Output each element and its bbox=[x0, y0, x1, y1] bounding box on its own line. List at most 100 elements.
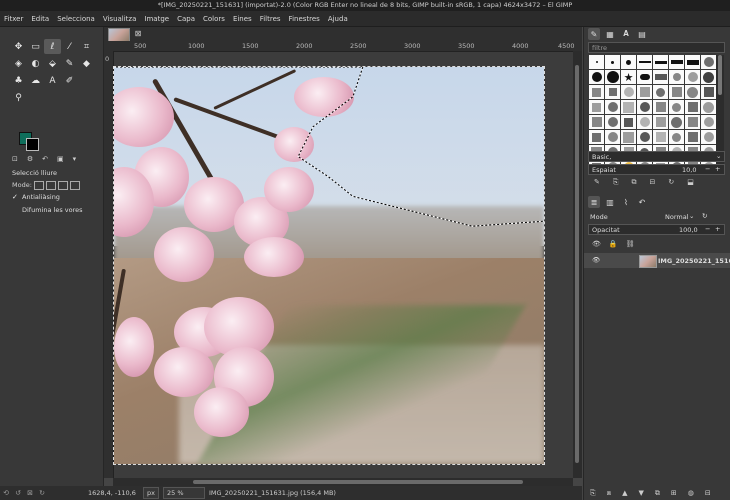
brush-item[interactable] bbox=[637, 115, 652, 129]
brush-item[interactable] bbox=[621, 100, 636, 114]
brush-item[interactable] bbox=[589, 100, 604, 114]
lower-layer-icon[interactable]: ▼ bbox=[638, 489, 643, 498]
brush-item[interactable] bbox=[605, 100, 620, 114]
free-select-tool-icon[interactable]: ℓ bbox=[44, 39, 61, 54]
brush-item[interactable] bbox=[605, 55, 620, 69]
transform-tool-icon[interactable]: ◈ bbox=[10, 56, 27, 71]
opacity-slider[interactable]: Opacitat 100,0 − + bbox=[588, 224, 725, 235]
brush-item[interactable]: ★ bbox=[621, 70, 636, 84]
brush-item[interactable] bbox=[685, 85, 700, 99]
brush-item[interactable] bbox=[605, 70, 620, 84]
reset-icon[interactable]: ⊠ bbox=[24, 489, 36, 497]
antialiasing-option[interactable]: ✓ Antialiàsing bbox=[12, 193, 60, 201]
brush-item[interactable] bbox=[669, 115, 684, 129]
crop-tool-icon[interactable]: ⌗ bbox=[78, 39, 95, 54]
brush-item[interactable] bbox=[637, 55, 652, 69]
brush-item[interactable] bbox=[685, 115, 700, 129]
menu-colors[interactable]: Colors bbox=[199, 15, 229, 23]
brush-item[interactable] bbox=[621, 115, 636, 129]
mode-intersect-button[interactable] bbox=[70, 181, 80, 190]
menu-layer[interactable]: Capa bbox=[173, 15, 199, 23]
mode-replace-button[interactable] bbox=[34, 181, 44, 190]
images-tab-icon[interactable]: ▣ bbox=[57, 155, 64, 163]
fonts-tab-icon[interactable]: 𝐀 bbox=[620, 28, 632, 40]
redo-icon[interactable]: ↺ bbox=[12, 489, 24, 497]
brush-item[interactable] bbox=[701, 130, 716, 144]
menu-tools[interactable]: Eines bbox=[229, 15, 256, 23]
brush-item[interactable] bbox=[637, 100, 652, 114]
duplicate-layer-icon[interactable]: ⧉ bbox=[655, 489, 660, 498]
merge-layer-icon[interactable]: ⊞ bbox=[671, 489, 677, 498]
clone-tool-icon[interactable]: ♣ bbox=[10, 73, 27, 88]
brush-item[interactable] bbox=[669, 100, 684, 114]
brush-item[interactable] bbox=[653, 100, 668, 114]
background-color-swatch[interactable] bbox=[26, 138, 39, 151]
eye-icon[interactable]: 👁 bbox=[592, 256, 600, 264]
delete-layer-icon[interactable]: ⊟ bbox=[705, 489, 711, 498]
spacing-slider[interactable]: Espaiat 10,0 − + bbox=[588, 164, 725, 175]
new-layer-icon[interactable]: ⎘ bbox=[590, 489, 596, 498]
text-tool-icon[interactable]: A bbox=[44, 73, 61, 88]
menu-edit[interactable]: Edita bbox=[27, 15, 53, 23]
menu-file[interactable]: Fitxer bbox=[0, 15, 27, 23]
paintbrush-tool-icon[interactable]: ✎ bbox=[61, 56, 78, 71]
dock-menu-icon[interactable]: ▾ bbox=[73, 155, 77, 163]
menu-image[interactable]: Imatge bbox=[140, 15, 173, 23]
new-brush-icon[interactable]: ⎘ bbox=[613, 178, 619, 187]
paths-tab-icon[interactable]: ⌇ bbox=[620, 196, 632, 208]
menu-help[interactable]: Ajuda bbox=[324, 15, 352, 23]
brush-item[interactable] bbox=[669, 85, 684, 99]
minus-icon[interactable]: − bbox=[705, 225, 710, 233]
brush-item[interactable] bbox=[685, 55, 700, 69]
layers-tab-icon[interactable]: ≣ bbox=[588, 196, 600, 208]
brush-item[interactable] bbox=[637, 70, 652, 84]
brush-item[interactable] bbox=[669, 130, 684, 144]
move-tool-icon[interactable]: ✥ bbox=[10, 39, 27, 54]
mode-add-button[interactable] bbox=[46, 181, 56, 190]
reset-mode-icon[interactable]: ↻ bbox=[702, 212, 707, 220]
brush-item[interactable] bbox=[685, 70, 700, 84]
edit-brush-icon[interactable]: ✎ bbox=[594, 178, 600, 187]
brush-item[interactable] bbox=[589, 130, 604, 144]
brush-item[interactable] bbox=[621, 85, 636, 99]
close-icon[interactable]: ⊠ bbox=[133, 29, 143, 39]
warp-tool-icon[interactable]: ◐ bbox=[27, 56, 44, 71]
brush-item[interactable] bbox=[605, 85, 620, 99]
zoom-select[interactable]: 25 % bbox=[162, 487, 205, 499]
patterns-tab-icon[interactable]: ▦ bbox=[604, 28, 616, 40]
unit-select[interactable]: px bbox=[143, 487, 159, 499]
brush-item[interactable] bbox=[685, 100, 700, 114]
feather-option[interactable]: Difumina les vores bbox=[12, 206, 83, 214]
brush-item[interactable] bbox=[701, 115, 716, 129]
minus-icon[interactable]: − bbox=[705, 165, 710, 173]
brush-item[interactable] bbox=[621, 55, 636, 69]
restore-icon[interactable]: ↻ bbox=[36, 489, 48, 497]
menu-windows[interactable]: Finestres bbox=[285, 15, 324, 23]
lock-icon[interactable]: 🔒 bbox=[609, 240, 618, 248]
document-history-tab-icon[interactable]: ▤ bbox=[636, 28, 648, 40]
fuzzy-select-tool-icon[interactable]: ⁄ bbox=[61, 39, 78, 54]
raise-layer-icon[interactable]: ▲ bbox=[622, 489, 627, 498]
brush-item[interactable] bbox=[621, 130, 636, 144]
image-canvas[interactable] bbox=[113, 66, 545, 465]
vertical-scrollbar[interactable] bbox=[573, 51, 582, 478]
chain-icon[interactable]: ⛓ bbox=[626, 240, 635, 248]
mask-layer-icon[interactable]: ◍ bbox=[688, 489, 694, 498]
navigate-icon[interactable] bbox=[104, 468, 113, 478]
device-status-tab-icon[interactable]: ⚙ bbox=[27, 155, 33, 163]
brush-item[interactable] bbox=[605, 130, 620, 144]
undo-tab-icon[interactable]: ↶ bbox=[636, 196, 648, 208]
plus-icon[interactable]: + bbox=[715, 165, 720, 173]
brush-item[interactable] bbox=[637, 85, 652, 99]
brush-item[interactable] bbox=[637, 130, 652, 144]
layer-name[interactable]: IMG_20250221_1516 bbox=[658, 257, 730, 265]
brush-filter-input[interactable]: filtre bbox=[588, 42, 725, 53]
undo-icon[interactable]: ⟲ bbox=[0, 489, 12, 497]
smudge-tool-icon[interactable]: ☁ bbox=[27, 73, 44, 88]
brush-item[interactable] bbox=[653, 55, 668, 69]
brush-item[interactable] bbox=[653, 115, 668, 129]
tool-options-tab-icon[interactable]: ⊡ bbox=[12, 155, 18, 163]
menu-view[interactable]: Visualitza bbox=[99, 15, 141, 23]
brush-item[interactable] bbox=[701, 100, 716, 114]
brush-item[interactable] bbox=[589, 70, 604, 84]
